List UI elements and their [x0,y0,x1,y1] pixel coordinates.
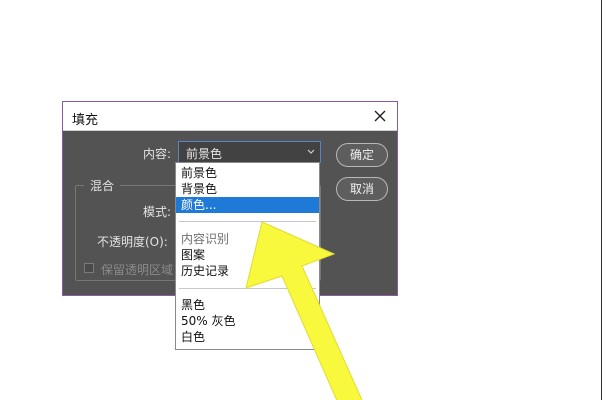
dropdown-item-history[interactable]: 历史记录 [176,263,319,279]
dialog-title: 填充 [72,113,99,128]
dropdown-item-color[interactable]: 颜色... [176,197,319,213]
content-dropdown-list: 前景色 背景色 颜色... 内容识别 图案 历史记录 黑色 50% 灰色 白色 [175,162,320,350]
opacity-label: 不透明度(O): [97,235,168,249]
mode-label: 模式: [143,205,172,219]
content-select-value: 前景色 [186,147,223,161]
content-label: 内容: [143,147,172,161]
dropdown-item-foreground[interactable]: 前景色 [176,165,319,181]
dropdown-item-white[interactable]: 白色 [176,329,319,345]
dropdown-separator [179,221,316,222]
close-button[interactable] [369,105,391,127]
preserve-transparency-checkbox[interactable] [84,263,94,273]
ok-button[interactable]: 确定 [336,143,388,167]
dropdown-item-background[interactable]: 背景色 [176,181,319,197]
dropdown-item-content-aware: 内容识别 [181,232,230,246]
chevron-down-icon [307,149,315,154]
dialog-titlebar: 填充 [63,102,397,131]
preserve-transparency-label: 保留透明区域 [101,263,174,277]
cancel-button[interactable]: 取消 [336,177,388,201]
canvas-edge [601,0,602,400]
dropdown-item-black[interactable]: 黑色 [176,297,319,313]
dropdown-item-50-gray[interactable]: 50% 灰色 [176,313,319,329]
content-select[interactable]: 前景色 [178,141,321,163]
dropdown-item-pattern[interactable]: 图案 [176,247,319,263]
blend-group-title: 混合 [84,177,121,194]
dropdown-separator [179,288,316,289]
close-icon [374,110,386,122]
